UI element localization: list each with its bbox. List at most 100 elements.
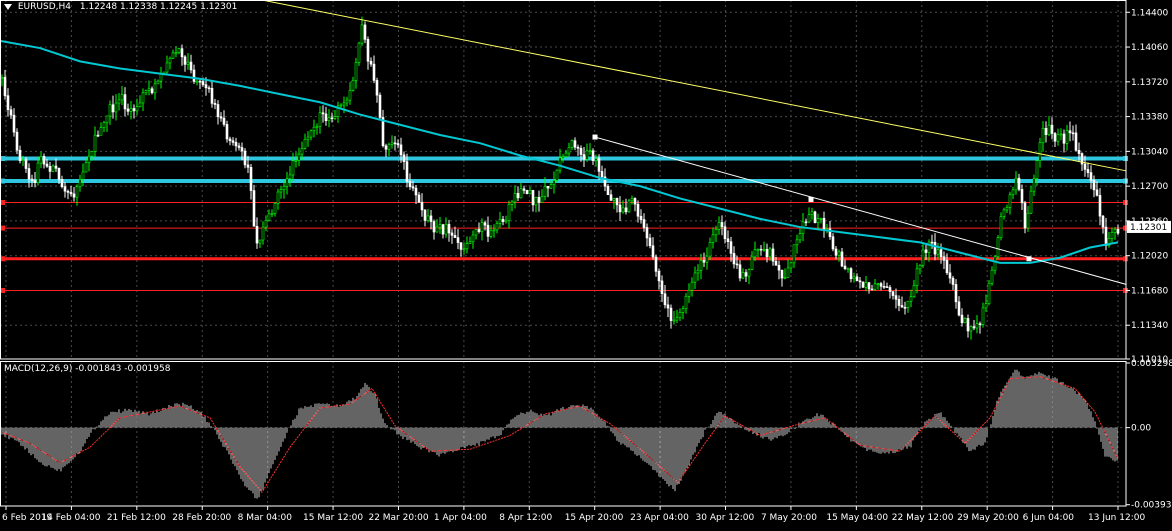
price-bar-body (156, 80, 160, 85)
price-bar-body (303, 138, 307, 149)
price-bar-body (765, 249, 769, 258)
ohlc-values: 1.12248 1.12338 1.12245 1.12301 (79, 2, 238, 12)
price-bar-body (0, 77, 4, 80)
price-bar-body (345, 99, 349, 104)
price-bar-body (786, 267, 790, 278)
price-bar-body (843, 265, 847, 269)
price-bar-body (87, 155, 91, 164)
price-bar-body (402, 154, 406, 162)
price-bar-body (342, 102, 346, 106)
current-price-label: 1.12301 (1130, 223, 1167, 233)
price-bar-body (711, 234, 715, 243)
price-bar-body (588, 150, 592, 153)
price-bar-body (432, 221, 436, 233)
price-bar-body (855, 276, 859, 282)
time-tick-label: 15 May 04:00 (826, 513, 888, 523)
price-bar-body (933, 242, 937, 255)
price-bar-body (627, 200, 631, 213)
price-tick-label: 1.14400 (1131, 8, 1168, 18)
price-bar-body (51, 165, 55, 172)
price-bar-body (540, 196, 544, 203)
price-bar-body (528, 190, 532, 195)
price-bar-body (753, 249, 757, 258)
trendline-anchor (592, 134, 598, 140)
price-bar-body (105, 115, 109, 124)
price-bar-body (663, 293, 667, 306)
price-bar-body (678, 311, 682, 319)
price-tick-label: 1.11340 (1131, 321, 1168, 331)
price-bar-body (966, 318, 970, 332)
price-bar-body (732, 253, 736, 265)
price-bar-body (537, 197, 541, 203)
price-bar-body (852, 276, 856, 280)
price-bar-body (399, 144, 403, 156)
price-bar-body (144, 90, 148, 94)
price-bar-body (582, 154, 586, 160)
time-tick-label: 28 Feb 20:00 (172, 513, 231, 523)
price-bar-body (1044, 127, 1048, 135)
price-bar-body (1005, 207, 1009, 211)
price-bar-body (57, 167, 61, 180)
price-bar-body (897, 299, 901, 306)
price-bar-body (366, 39, 370, 62)
macd-panel-frame (0, 361, 1127, 507)
price-bar-body (207, 87, 211, 90)
price-bar-body (1011, 189, 1015, 196)
price-bar-body (12, 114, 16, 133)
price-bar-body (180, 48, 184, 58)
price-bar-body (150, 88, 154, 94)
price-bar-body (282, 186, 286, 190)
price-bar-body (24, 159, 28, 169)
price-bar-body (318, 112, 322, 127)
price-tick-label: 1.13380 (1131, 113, 1168, 123)
price-bar-body (216, 104, 220, 118)
price-bar-body (459, 242, 463, 250)
price-bar-body (789, 262, 793, 269)
price-bar-body (198, 80, 202, 83)
price-bar-body (840, 251, 844, 267)
price-bar-body (27, 168, 31, 180)
price-bar-body (378, 94, 382, 118)
price-bar-body (549, 184, 553, 189)
price-bar-body (795, 239, 799, 246)
price-bar-body (252, 190, 256, 227)
price-bar-body (912, 285, 916, 298)
price-bar-body (564, 152, 568, 157)
price-bar-body (1110, 232, 1114, 239)
price-and-macd-chart[interactable]: 6 Feb 201914 Feb 04:00 21 Feb 12:00 28 Feb… (0, 0, 1172, 527)
price-bar-body (729, 241, 733, 254)
price-bar-body (936, 249, 940, 255)
price-bar-body (63, 186, 67, 192)
price-bar-body (195, 80, 199, 83)
price-bar-body (72, 193, 76, 198)
price-bar-body (108, 104, 112, 117)
price-bar-body (375, 80, 379, 96)
price-bar-body (240, 147, 244, 152)
price-bar-body (81, 171, 85, 180)
price-bar-body (102, 122, 106, 128)
moving-average-layer (0, 39, 1119, 264)
price-bar-body (1032, 178, 1036, 192)
time-tick-label: 15 Mar 12:00 (303, 513, 363, 523)
price-bar-body (6, 95, 10, 111)
price-bar-body (816, 218, 820, 224)
price-bar-body (552, 180, 556, 185)
price-bar-body (534, 197, 538, 206)
price-bar-body (864, 282, 868, 288)
price-bar-body (951, 277, 955, 285)
price-bar-body (666, 304, 670, 309)
price-bar-body (255, 225, 259, 244)
price-bar-body (954, 284, 958, 303)
price-bar-body (570, 140, 574, 148)
price-bar-body (129, 108, 133, 112)
price-bar-body (654, 256, 658, 272)
price-bar-body (132, 108, 136, 112)
price-bar-body (1086, 169, 1090, 173)
price-bar-body (723, 226, 727, 240)
price-bar-body (447, 223, 451, 234)
chart-root: 6 Feb 2019 14 Feb 04:00 21 Feb 12:00 28 Feb… (0, 0, 1172, 527)
price-bar-body (495, 222, 499, 231)
price-bar-body (681, 308, 685, 313)
price-bar-body (930, 241, 934, 244)
price-bar-body (798, 233, 802, 241)
